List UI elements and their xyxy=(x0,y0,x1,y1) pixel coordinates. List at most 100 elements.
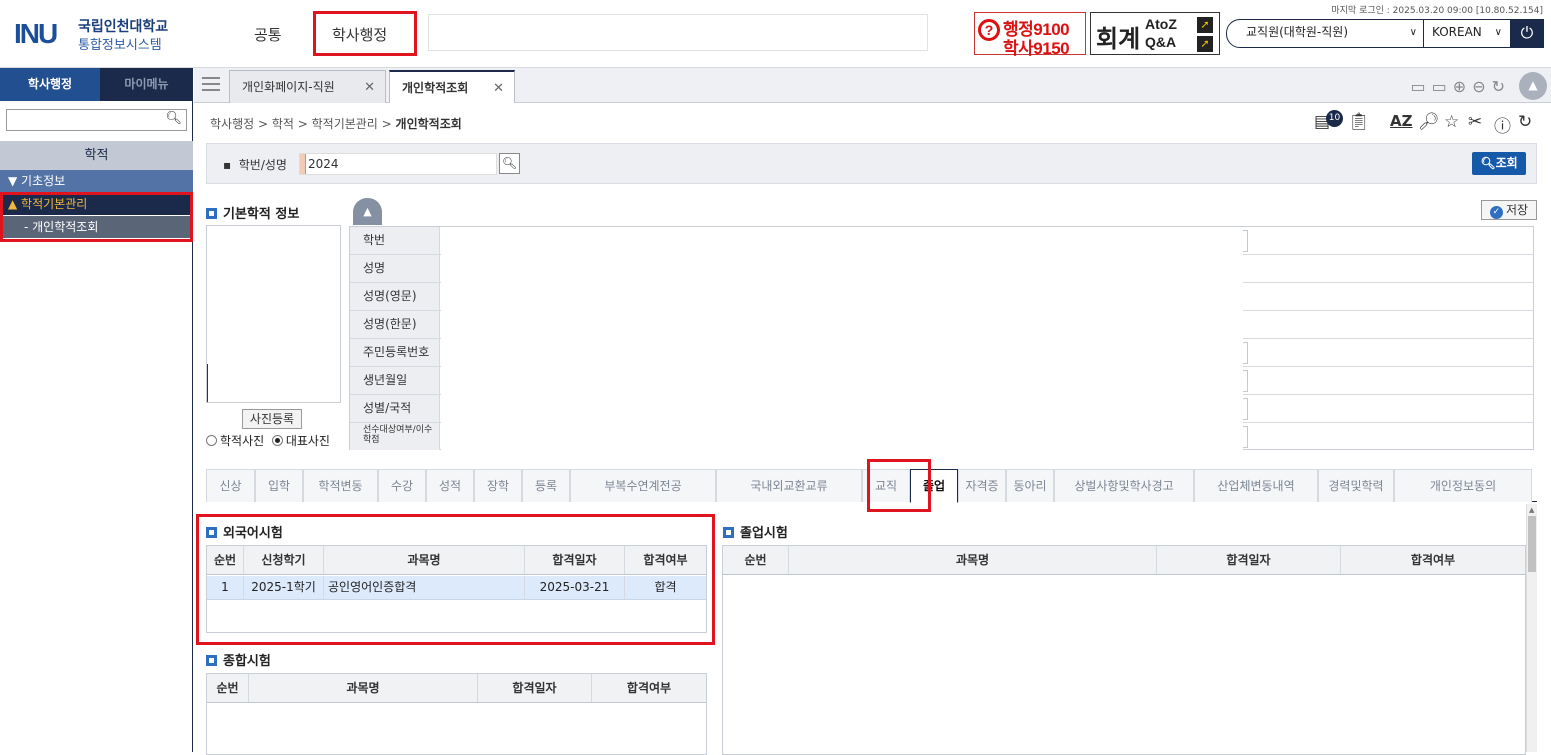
close-icon[interactable]: ✕ xyxy=(493,72,504,105)
subtab-4[interactable]: 성적 xyxy=(426,469,474,502)
radio-academic-photo-label: 학적사진 xyxy=(220,434,265,448)
save-button[interactable]: ✓ 저장 xyxy=(1481,200,1537,220)
sidebar-tab-academic[interactable]: 학사행정 xyxy=(0,68,100,101)
field-label: 성명 xyxy=(350,255,440,282)
reset-zoom-icon[interactable]: ↻ xyxy=(1492,77,1511,96)
student-id-label: ▪ 학번/성명 xyxy=(223,158,287,172)
tools-icon[interactable]: ✂ xyxy=(1468,112,1482,132)
radio-academic-photo[interactable]: 학적사진 xyxy=(206,434,264,448)
inu-logo[interactable]: INU xyxy=(14,18,58,50)
accounting-qa-banner[interactable]: 회계 AtoZ Q&A ➚ ➚ xyxy=(1090,12,1220,55)
section-bullet-icon xyxy=(723,527,734,538)
breadcrumb: 학사행정 > 학적 > 학적기본관리 > 개인학적조회 xyxy=(210,115,462,132)
subtab-11[interactable]: 자격증 xyxy=(958,469,1006,502)
graduation-exam-grid: 순번 과목명 합격일자 합격여부 xyxy=(722,545,1526,755)
clipboard-icon[interactable]: 📋︎ xyxy=(1348,112,1370,132)
section-bullet-icon xyxy=(206,208,217,219)
tab-personal-record[interactable]: 개인학적조회 ✕ xyxy=(389,70,515,103)
content-scrollbar[interactable]: ▲ xyxy=(1526,504,1537,752)
subtab-7[interactable]: 부복수연계전공 xyxy=(570,469,716,502)
sidebar-search-input[interactable]: 🔍︎ xyxy=(6,109,187,131)
close-icon[interactable]: ✕ xyxy=(364,71,375,104)
query-button-label: 조회 xyxy=(1495,156,1518,170)
new-window-icon[interactable]: ▭ xyxy=(1432,77,1453,96)
subtab-16[interactable]: 개인정보동의 xyxy=(1394,469,1532,502)
sidebar-section-title: 학적 xyxy=(0,141,193,170)
subtab-13[interactable]: 상벌사항및학사경고 xyxy=(1054,469,1194,502)
zoom-in-icon[interactable]: ⊕ xyxy=(1453,77,1472,96)
subtab-6[interactable]: 등록 xyxy=(522,469,570,502)
tab-label: 개인화페이지-직원 xyxy=(242,80,335,94)
sidebar-item-basic-info[interactable]: ▼ 기초정보 xyxy=(0,170,193,192)
student-id-value: 2024 xyxy=(308,157,339,171)
banner-academic-phone: 학사9150 xyxy=(1003,39,1070,58)
help-icon[interactable]: ⓘ xyxy=(1494,112,1511,137)
field-label: 성명(한문) xyxy=(350,311,440,338)
highlight-box xyxy=(313,11,417,56)
tab-personal-page[interactable]: 개인화페이지-직원 ✕ xyxy=(229,70,386,103)
photo-divider xyxy=(207,364,208,402)
search-icon: 🔍︎ xyxy=(501,156,518,170)
grid-header: 순번 과목명 합격일자 합격여부 xyxy=(207,674,706,703)
radio-representative-photo[interactable]: 대표사진 xyxy=(271,434,330,448)
window-controls: ▭▭⊕⊖↻ xyxy=(1411,77,1511,96)
field-label: 성별/국적 xyxy=(350,395,440,422)
subtab-0[interactable]: 신상 xyxy=(206,469,255,502)
top-header: INU 국립인천대학교 통합정보시스템 공통 학사행정 ? 행정9100 학사9… xyxy=(0,0,1551,68)
helpdesk-banner[interactable]: ? 행정9100 학사9150 xyxy=(974,12,1086,58)
student-lookup-button[interactable]: 🔍︎ xyxy=(499,153,520,174)
refresh-icon[interactable]: ↻ xyxy=(1518,112,1532,132)
basic-info-title: 기본학적 정보 xyxy=(206,203,299,222)
student-id-input[interactable]: 2024 xyxy=(299,153,497,175)
comprehensive-exam-grid: 순번 과목명 합격일자 합격여부 xyxy=(206,673,707,755)
comprehensive-exam-title: 종합시험 xyxy=(206,650,271,669)
subtab-2[interactable]: 학적변동 xyxy=(303,469,378,502)
column-header: 과목명 xyxy=(249,674,478,702)
field-label: 주민등록번호 xyxy=(350,339,440,366)
role-select-value: 교직원(대학원-직원) xyxy=(1246,25,1349,39)
scroll-up-icon[interactable]: ▲ xyxy=(1529,506,1534,514)
star-icon[interactable]: ☆ xyxy=(1444,112,1459,132)
arrow-icon: ➚ xyxy=(1197,17,1213,33)
az-sort-icon[interactable]: AZ xyxy=(1390,112,1413,130)
search-icon[interactable]: 🔍︎ xyxy=(165,111,182,126)
zoom-out-icon[interactable]: ⊖ xyxy=(1472,77,1491,96)
banner-atoz-label: AtoZ xyxy=(1145,16,1177,32)
chevron-down-icon: ∨ xyxy=(1494,27,1502,38)
subtab-5[interactable]: 장학 xyxy=(474,469,522,502)
subtab-3[interactable]: 수강 xyxy=(378,469,426,502)
subtab-1[interactable]: 입학 xyxy=(255,469,303,502)
menu-toggle-icon[interactable] xyxy=(202,77,220,91)
photo-register-button[interactable]: 사진등록 xyxy=(242,409,302,429)
subtab-14[interactable]: 산업체변동내역 xyxy=(1194,469,1318,502)
breadcrumb-current: 개인학적조회 xyxy=(395,117,462,131)
window-icon[interactable]: ▭ xyxy=(1411,77,1432,96)
query-button[interactable]: 🔍︎조회 xyxy=(1472,152,1526,175)
power-icon: ⏻ xyxy=(1520,23,1534,42)
subtab-12[interactable]: 동아리 xyxy=(1006,469,1054,502)
language-select[interactable]: KOREAN ∨ xyxy=(1426,20,1508,47)
sidebar-tabs: 학사행정 마이메뉴 xyxy=(0,68,193,101)
search-glass-icon[interactable]: 🔎︎ xyxy=(1418,112,1440,132)
scrollbar-thumb[interactable] xyxy=(1528,516,1536,572)
scroll-top-button[interactable]: ▲ xyxy=(1519,72,1547,100)
logo-mark-text: INU xyxy=(14,18,58,49)
sidebar-tab-mymenu[interactable]: 마이메뉴 xyxy=(100,68,193,101)
subtab-15[interactable]: 경력및학력 xyxy=(1318,469,1394,502)
collapse-button[interactable]: ▲ xyxy=(353,198,382,225)
logout-power-button[interactable]: ⏻ xyxy=(1510,19,1544,48)
chevron-down-icon: ∨ xyxy=(1409,27,1417,38)
section-bullet-icon xyxy=(206,655,217,666)
page-tab-bar: 개인화페이지-직원 ✕ 개인학적조회 ✕ ▭▭⊕⊖↻ ▲ xyxy=(194,68,1551,103)
search-panel: ▪ 학번/성명 2024 🔍︎ 🔍︎조회 xyxy=(206,143,1537,184)
column-header: 순번 xyxy=(207,674,249,702)
language-select-value: KOREAN xyxy=(1432,25,1482,39)
menu-common[interactable]: 공통 xyxy=(254,24,282,45)
tab-label: 개인학적조회 xyxy=(402,81,469,95)
column-header: 순번 xyxy=(723,546,789,574)
check-icon: ✓ xyxy=(1489,206,1503,219)
subtab-8[interactable]: 국내외교환교류 xyxy=(716,469,862,502)
role-select[interactable]: 교직원(대학원-직원) ∨ xyxy=(1240,20,1424,47)
global-search-bar[interactable] xyxy=(428,14,928,51)
graduation-exam-title: 졸업시험 xyxy=(723,522,788,541)
